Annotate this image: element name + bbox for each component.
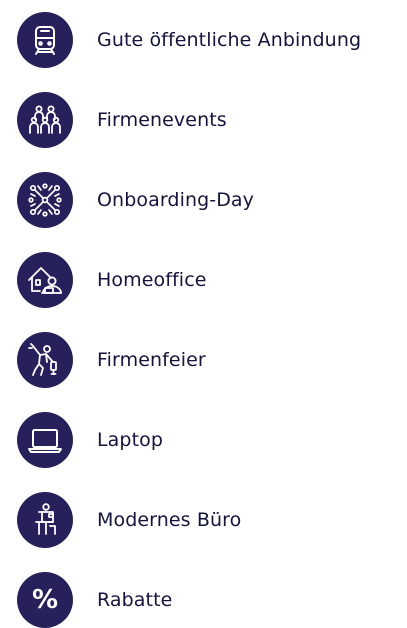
benefit-item-homeoffice: Homeoffice (17, 252, 397, 308)
benefit-label: Gute öffentliche Anbindung (97, 29, 362, 51)
benefit-label: Modernes Büro (97, 509, 242, 531)
benefit-item-transport: Gute öffentliche Anbindung (17, 12, 397, 68)
benefit-label: Firmenfeier (97, 349, 206, 371)
benefit-label: Onboarding-Day (97, 189, 255, 211)
benefit-label: Firmenevents (97, 109, 227, 131)
modern-office-icon (17, 492, 73, 548)
network-people-icon (17, 172, 73, 228)
benefit-item-discounts: % Rabatte (17, 572, 397, 628)
train-icon (17, 12, 73, 68)
laptop-icon (17, 412, 73, 468)
home-office-icon (17, 252, 73, 308)
party-person-icon (17, 332, 73, 388)
benefit-label: Rabatte (97, 589, 173, 611)
percent-icon: % (17, 572, 73, 628)
group-people-icon (17, 92, 73, 148)
benefit-label: Laptop (97, 429, 164, 451)
percent-glyph: % (31, 585, 59, 615)
benefit-item-office: Modernes Büro (17, 492, 397, 548)
benefit-item-party: Firmenfeier (17, 332, 397, 388)
benefit-item-onboarding: Onboarding-Day (17, 172, 397, 228)
benefit-item-laptop: Laptop (17, 412, 397, 468)
benefit-item-events: Firmenevents (17, 92, 397, 148)
benefit-label: Homeoffice (97, 269, 207, 291)
